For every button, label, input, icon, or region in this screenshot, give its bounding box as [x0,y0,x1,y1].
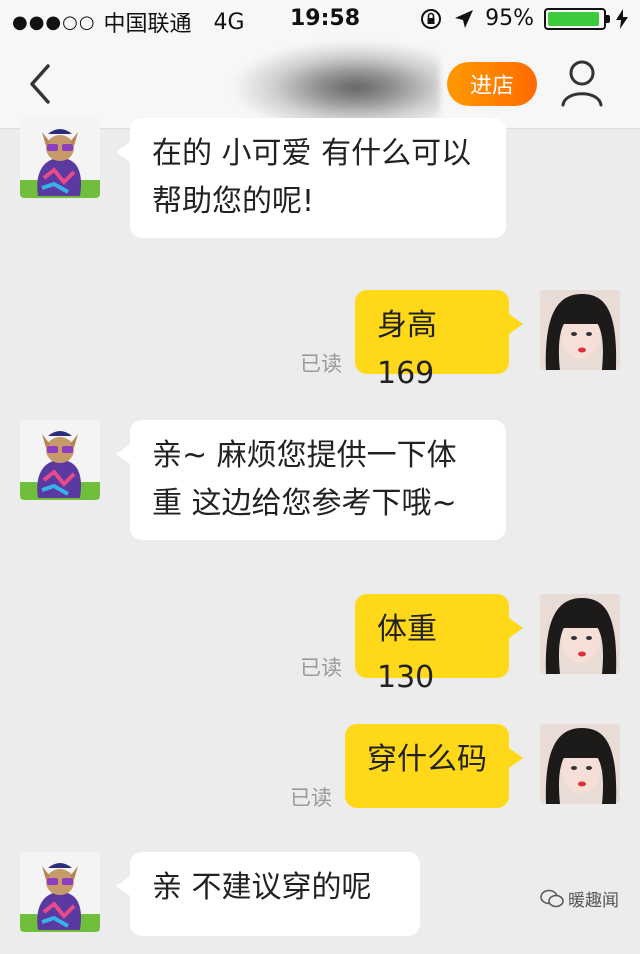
chat-area[interactable]: 在的 小可爱 有什么可以 帮助您的呢! 身高169 已读 亲~ 麻烦您提供一下体… [0,118,640,954]
read-receipt: 已读 [290,786,332,810]
user-avatar[interactable] [540,594,620,674]
user-avatar[interactable] [540,290,620,370]
message-bubble-outgoing[interactable]: 穿什么码 [345,724,523,808]
message-text-line: 在的 小可爱 有什么可以 [152,136,472,171]
message-bubble-outgoing[interactable]: 身高169 [355,290,523,391]
charging-bolt-icon [616,8,628,29]
signal-strength: ●●●○○ [12,11,96,33]
watermark-text: 暖趣闻 [568,891,619,911]
girl-avatar-icon [540,724,620,804]
message-text-line: 亲 不建议穿的呢 [152,870,372,905]
dog-avatar-icon [20,431,100,500]
enter-shop-button[interactable]: 进店 [447,62,537,106]
carrier-name: 中国联通 [103,12,192,37]
status-time: 19:58 [290,6,361,31]
person-icon [561,60,603,107]
message-text-line: 重 这边给您参考下哦~ [152,486,457,521]
message-bubble-incoming[interactable]: 亲 不建议穿的呢 [116,852,420,936]
girl-avatar-icon [540,594,620,674]
location-arrow-icon [455,9,474,28]
back-button[interactable] [22,60,62,108]
battery-icon [544,7,610,30]
dog-avatar-icon [20,129,100,198]
nav-bar: 进店 [0,40,640,129]
status-left: ●●●○○ 中国联通 4G [12,6,245,38]
profile-button[interactable] [558,58,606,108]
battery-level-fill [548,11,599,26]
chevron-left-icon [30,64,50,104]
message-text-line: 体重130 [377,612,437,695]
message-bubble-outgoing[interactable]: 体重130 [355,594,523,695]
message-text-line: 亲~ 麻烦您提供一下体 [152,438,457,473]
message-text-line: 穿什么码 [367,742,487,777]
seller-avatar[interactable] [20,852,100,932]
user-avatar[interactable] [540,724,620,804]
network-type: 4G [213,9,245,35]
message-bubble-incoming[interactable]: 亲~ 麻烦您提供一下体 重 这边给您参考下哦~ [116,420,506,540]
message-bubble-incoming[interactable]: 在的 小可爱 有什么可以 帮助您的呢! [116,118,506,238]
wechat-icon [540,889,564,907]
status-right: 95% [419,6,628,31]
watermark: 暖趣闻 [540,886,619,911]
seller-avatar[interactable] [20,420,100,500]
status-bar: ●●●○○ 中国联通 4G 19:58 95% [0,0,640,40]
dog-avatar-icon [20,863,100,932]
read-receipt: 已读 [300,656,342,680]
message-text-line: 帮助您的呢! [152,184,315,219]
obscured-shop-title [230,40,440,126]
battery-percent: 95% [485,6,534,31]
girl-avatar-icon [540,290,620,370]
rotation-lock-icon [421,8,442,29]
read-receipt: 已读 [300,352,342,376]
seller-avatar[interactable] [20,118,100,198]
message-text-line: 身高169 [377,308,437,391]
